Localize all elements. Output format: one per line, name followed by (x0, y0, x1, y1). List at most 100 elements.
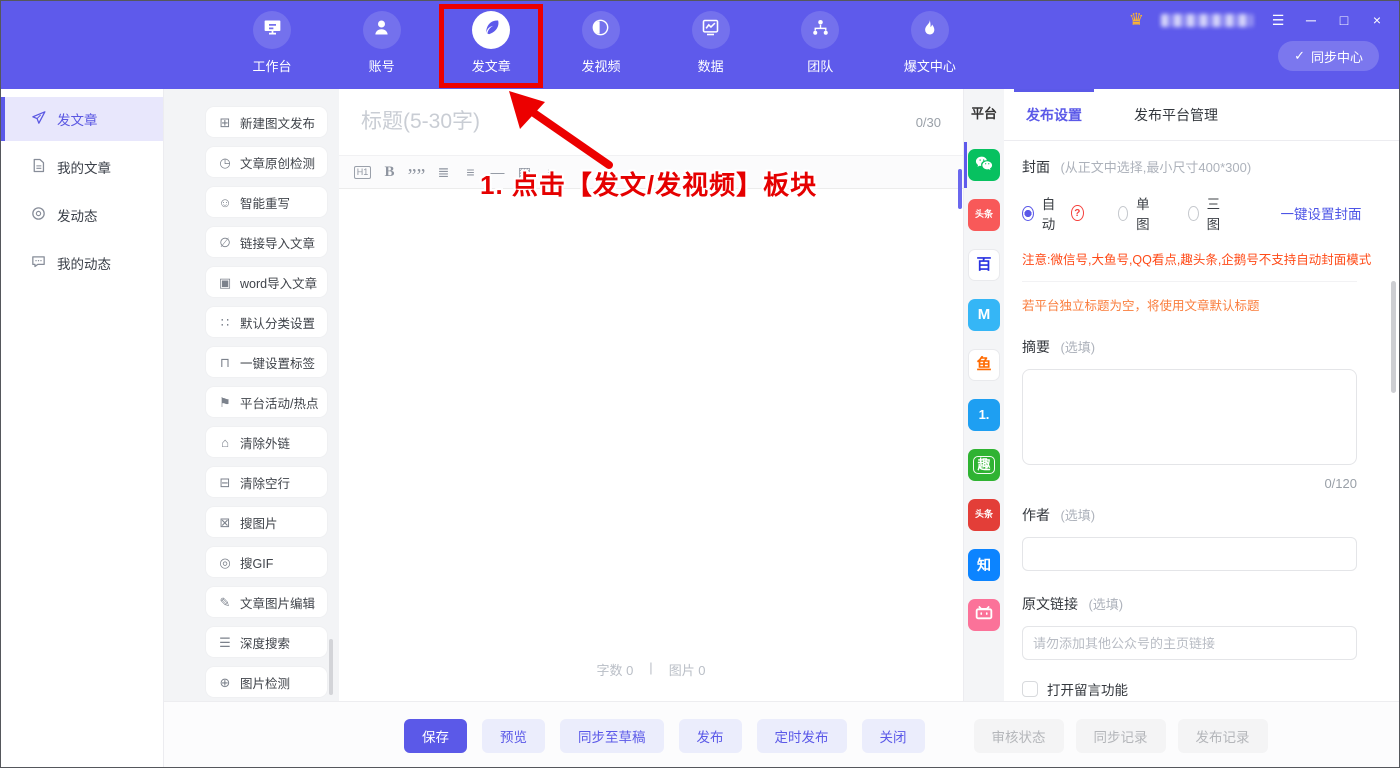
title-input[interactable] (361, 110, 916, 134)
tool-icon: ◷ (218, 156, 232, 169)
summary-hint: (选填) (1060, 340, 1095, 355)
sidebar-item[interactable]: 我的动态 (1, 241, 163, 285)
platform-icon-tile[interactable]: 百 (968, 249, 1000, 281)
tool-button[interactable]: ⊠ 搜图片 (206, 507, 327, 537)
nav-item-icon-circle (801, 11, 839, 49)
radio-icon[interactable] (1022, 206, 1034, 221)
tool-icon: ∅ (218, 236, 232, 249)
platform-icon-tile[interactable]: 鱼 (968, 349, 1000, 381)
tool-button[interactable]: ☺ 智能重写 (206, 187, 327, 217)
help-icon[interactable]: ? (1071, 205, 1084, 221)
sync-center-label: 同步中心 (1311, 47, 1363, 66)
cover-option[interactable]: 自动 ? (1022, 193, 1084, 233)
author-input[interactable] (1022, 537, 1357, 571)
annotation-step-text: 1. 点击【发文/发视频】板块 (480, 165, 817, 202)
tool-button[interactable]: ⌂ 清除外链 (206, 427, 327, 457)
nav-item[interactable]: 数据 (675, 11, 747, 75)
platform-icon-tile[interactable]: 头条 (968, 199, 1000, 231)
sidebar-item[interactable]: 发动态 (1, 193, 163, 237)
platform-icon-tile[interactable]: M (968, 299, 1000, 331)
footer-action-button[interactable]: 预览 (482, 719, 545, 753)
settings-tab[interactable]: 发布平台管理 (1130, 89, 1222, 140)
maximize-icon[interactable]: □ (1336, 12, 1352, 28)
platform-icon-tile[interactable] (968, 149, 1000, 181)
cover-option[interactable]: 单图 (1118, 193, 1155, 233)
tools-scrollbar-thumb[interactable] (329, 639, 333, 695)
platform-logo-icon (973, 602, 995, 629)
platform-icon-tile[interactable]: 知 (968, 549, 1000, 581)
platform-list: 头条 百 M (964, 149, 1004, 631)
nav-icon (919, 17, 940, 43)
sidebar-item[interactable]: 我的文章 (1, 145, 163, 189)
nav-item[interactable]: 发文章 (455, 11, 527, 75)
nav-item[interactable]: 爆文中心 (894, 11, 966, 75)
tool-button[interactable]: ⊕ 图片检测 (206, 667, 327, 697)
footer-action-button[interactable]: 发布 (679, 719, 742, 753)
footer-record-button[interactable]: 同步记录 (1076, 719, 1166, 753)
tool-button[interactable]: ▣ word导入文章 (206, 267, 327, 297)
toolbar-icon[interactable]: ”” (403, 160, 430, 184)
source-link-input[interactable] (1022, 626, 1357, 660)
nav-icon (481, 17, 502, 43)
platform-icon-tile[interactable]: 头条 (968, 499, 1000, 531)
footer-record-button[interactable]: 审核状态 (974, 719, 1064, 753)
tool-label: 搜GIF (240, 553, 273, 572)
toolbar-icon[interactable]: H1 (349, 160, 376, 184)
sync-center-button[interactable]: ✓ 同步中心 (1278, 41, 1379, 71)
summary-textarea[interactable] (1022, 369, 1357, 465)
nav-item-icon-circle (253, 11, 291, 49)
tool-button[interactable]: ∅ 链接导入文章 (206, 227, 327, 257)
divider (1022, 281, 1357, 282)
tool-button[interactable]: ⚑ 平台活动/热点 (206, 387, 327, 417)
tool-label: 深度搜索 (240, 633, 290, 652)
radio-icon[interactable] (1118, 206, 1129, 221)
nav-icon (590, 17, 611, 43)
tool-button[interactable]: ✎ 文章图片编辑 (206, 587, 327, 617)
sidebar-item-icon (30, 205, 47, 225)
footer-action-button[interactable]: 同步至草稿 (560, 719, 664, 753)
toolbar-icon[interactable]: ≣ (430, 160, 457, 184)
checkbox-label: 打开留言功能 (1047, 679, 1128, 699)
tool-button[interactable]: ◷ 文章原创检测 (206, 147, 327, 177)
close-icon[interactable]: × (1369, 12, 1385, 28)
minimize-icon[interactable]: ─ (1303, 12, 1319, 28)
checkbox-icon[interactable] (1022, 681, 1038, 697)
footer-action-button[interactable]: 保存 (404, 719, 467, 753)
main-nav: 工作台 账号 发文章 (236, 11, 966, 75)
nav-item[interactable]: 发视频 (565, 11, 637, 75)
tool-button[interactable]: ⊞ 新建图文发布 (206, 107, 327, 137)
platform-icon-tile[interactable] (968, 599, 1000, 631)
settings-tab[interactable]: 发布设置 (1022, 89, 1086, 140)
tool-icon: ⊓ (218, 356, 232, 369)
nav-item[interactable]: 账号 (346, 11, 418, 75)
platform-icon-tile[interactable]: 1. (968, 399, 1000, 431)
nav-item-label: 工作台 (252, 56, 291, 75)
platform-logo-text: 1. (979, 408, 990, 422)
radio-label: 单图 (1136, 193, 1154, 233)
nav-item[interactable]: 团队 (784, 11, 856, 75)
count-divider: | (649, 660, 652, 679)
footer-action-button[interactable]: 关闭 (862, 719, 925, 753)
menu-icon[interactable]: ☰ (1270, 12, 1286, 29)
sidebar-item[interactable]: 发文章 (1, 97, 163, 141)
user-name-blurred[interactable] (1161, 14, 1253, 27)
footer-record-button[interactable]: 发布记录 (1178, 719, 1268, 753)
tool-button[interactable]: ⊓ 一键设置标签 (206, 347, 327, 377)
tool-button[interactable]: ☰ 深度搜索 (206, 627, 327, 657)
settings-scrollbar-thumb[interactable] (1391, 281, 1396, 393)
tool-button[interactable]: ∷ 默认分类设置 (206, 307, 327, 337)
image-count: 图片 0 (669, 660, 706, 679)
source-link-hint: (选填) (1088, 597, 1123, 612)
editor-scrollbar-thumb[interactable] (958, 169, 962, 209)
cover-option[interactable]: 三图 (1188, 193, 1225, 233)
quick-set-cover-link[interactable]: 一键设置封面 (1281, 203, 1362, 223)
nav-item-label: 数据 (698, 56, 724, 75)
footer-action-button[interactable]: 定时发布 (757, 719, 847, 753)
tool-button[interactable]: ⊟ 清除空行 (206, 467, 327, 497)
tool-button[interactable]: ◎ 搜GIF (206, 547, 327, 577)
nav-item[interactable]: 工作台 (236, 11, 308, 75)
platform-icon-tile[interactable]: 趣 (968, 449, 1000, 481)
sidebar-item-icon (30, 109, 47, 129)
radio-icon[interactable] (1188, 206, 1199, 221)
toolbar-icon[interactable]: B (376, 160, 403, 184)
